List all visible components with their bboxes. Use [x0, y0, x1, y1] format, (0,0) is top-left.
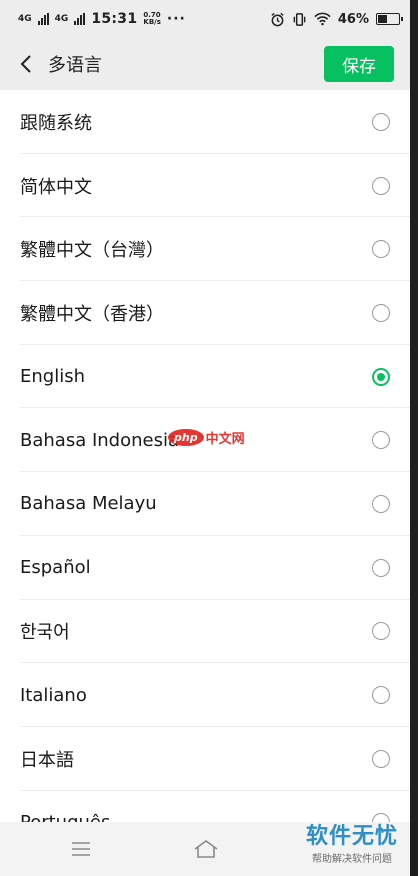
more-notifications: ··· [166, 11, 186, 27]
radio-button[interactable] [372, 303, 390, 322]
phone-screen: 4G 4G 15:31 0.70 KB/s ··· 46% 多语言 保存 跟随系… [0, 0, 410, 876]
radio-button[interactable] [372, 686, 390, 705]
network-type-bottom: 4G [54, 13, 69, 24]
battery-percent: 46% [337, 11, 369, 27]
alarm-icon [271, 12, 284, 26]
network-type: 4G [18, 13, 32, 24]
title-bar: 多语言 保存 [0, 38, 410, 90]
save-button[interactable]: 保存 [324, 46, 394, 82]
signal-icon-2 [74, 13, 86, 25]
radio-button[interactable] [372, 431, 390, 450]
language-label: Português [20, 812, 110, 822]
signal-icon [37, 13, 49, 25]
radio-button[interactable] [372, 367, 390, 386]
home-nav-button[interactable] [189, 834, 223, 864]
php-logo: php [168, 429, 204, 446]
back-button[interactable] [14, 52, 38, 76]
status-right: 46% [270, 11, 403, 27]
network-type-top: 4G [18, 13, 32, 24]
software-watermark: 软件无忧 帮助解决软件问题 [294, 818, 410, 865]
language-label: Bahasa Melayu [20, 493, 157, 515]
page-title: 多语言 [48, 55, 102, 76]
wifi-icon [314, 12, 331, 26]
home-icon [194, 840, 218, 858]
language-label: 한국어 [20, 622, 70, 644]
php-watermark: php 中文网 [168, 428, 245, 447]
radio-button[interactable] [372, 749, 390, 768]
php-watermark-text: 中文网 [205, 432, 245, 447]
language-item[interactable]: Bahasa Melayu [0, 472, 410, 536]
language-item[interactable]: Español [0, 536, 410, 600]
radio-button[interactable] [372, 558, 390, 577]
language-item[interactable]: 简体中文 [0, 154, 410, 218]
language-item[interactable]: 한국어 [0, 600, 410, 664]
battery-icon [376, 13, 403, 25]
speed-unit: KB/s [143, 18, 161, 26]
language-item[interactable]: 跟随系统 [0, 90, 410, 154]
language-item[interactable]: 繁體中文（台灣） [0, 217, 410, 281]
radio-button[interactable] [372, 494, 390, 513]
language-item[interactable]: Italiano [0, 663, 410, 727]
language-item[interactable]: 繁體中文（香港） [0, 281, 410, 345]
language-label: Bahasa Indonesia [20, 429, 179, 451]
battery-fill [378, 15, 388, 23]
screen-border [410, 0, 418, 876]
menu-icon [72, 842, 90, 856]
language-label: 繁體中文（香港） [20, 303, 164, 325]
radio-button[interactable] [372, 176, 390, 195]
status-left: 4G 4G 15:31 0.70 KB/s ··· [18, 11, 186, 27]
language-label: 繁體中文（台灣） [20, 240, 164, 262]
language-label: English [20, 366, 85, 388]
language-item[interactable]: 日本語 [0, 727, 410, 791]
network-speed: 0.70 KB/s [143, 12, 160, 26]
status-time: 15:31 [91, 11, 138, 27]
software-watermark-subtitle: 帮助解决软件问题 [312, 854, 392, 865]
network-type-2: 4G [54, 13, 69, 24]
language-label: Español [20, 557, 91, 579]
status-bar: 4G 4G 15:31 0.70 KB/s ··· 46% [0, 0, 410, 38]
radio-button[interactable] [372, 112, 390, 131]
menu-nav-button[interactable] [64, 834, 98, 864]
language-label: 跟随系统 [20, 112, 92, 134]
language-label: Italiano [20, 684, 87, 706]
language-label: 简体中文 [20, 176, 92, 198]
radio-button[interactable] [372, 240, 390, 259]
radio-button[interactable] [372, 622, 390, 641]
chevron-left-icon [20, 55, 31, 73]
vibrate-icon [293, 12, 306, 26]
software-watermark-title: 软件无忧 [305, 824, 398, 849]
language-list: 跟随系统 简体中文 繁體中文（台灣） 繁體中文（香港） English Baha… [0, 90, 410, 822]
language-item[interactable]: English [0, 345, 410, 409]
language-label: 日本語 [20, 749, 74, 771]
